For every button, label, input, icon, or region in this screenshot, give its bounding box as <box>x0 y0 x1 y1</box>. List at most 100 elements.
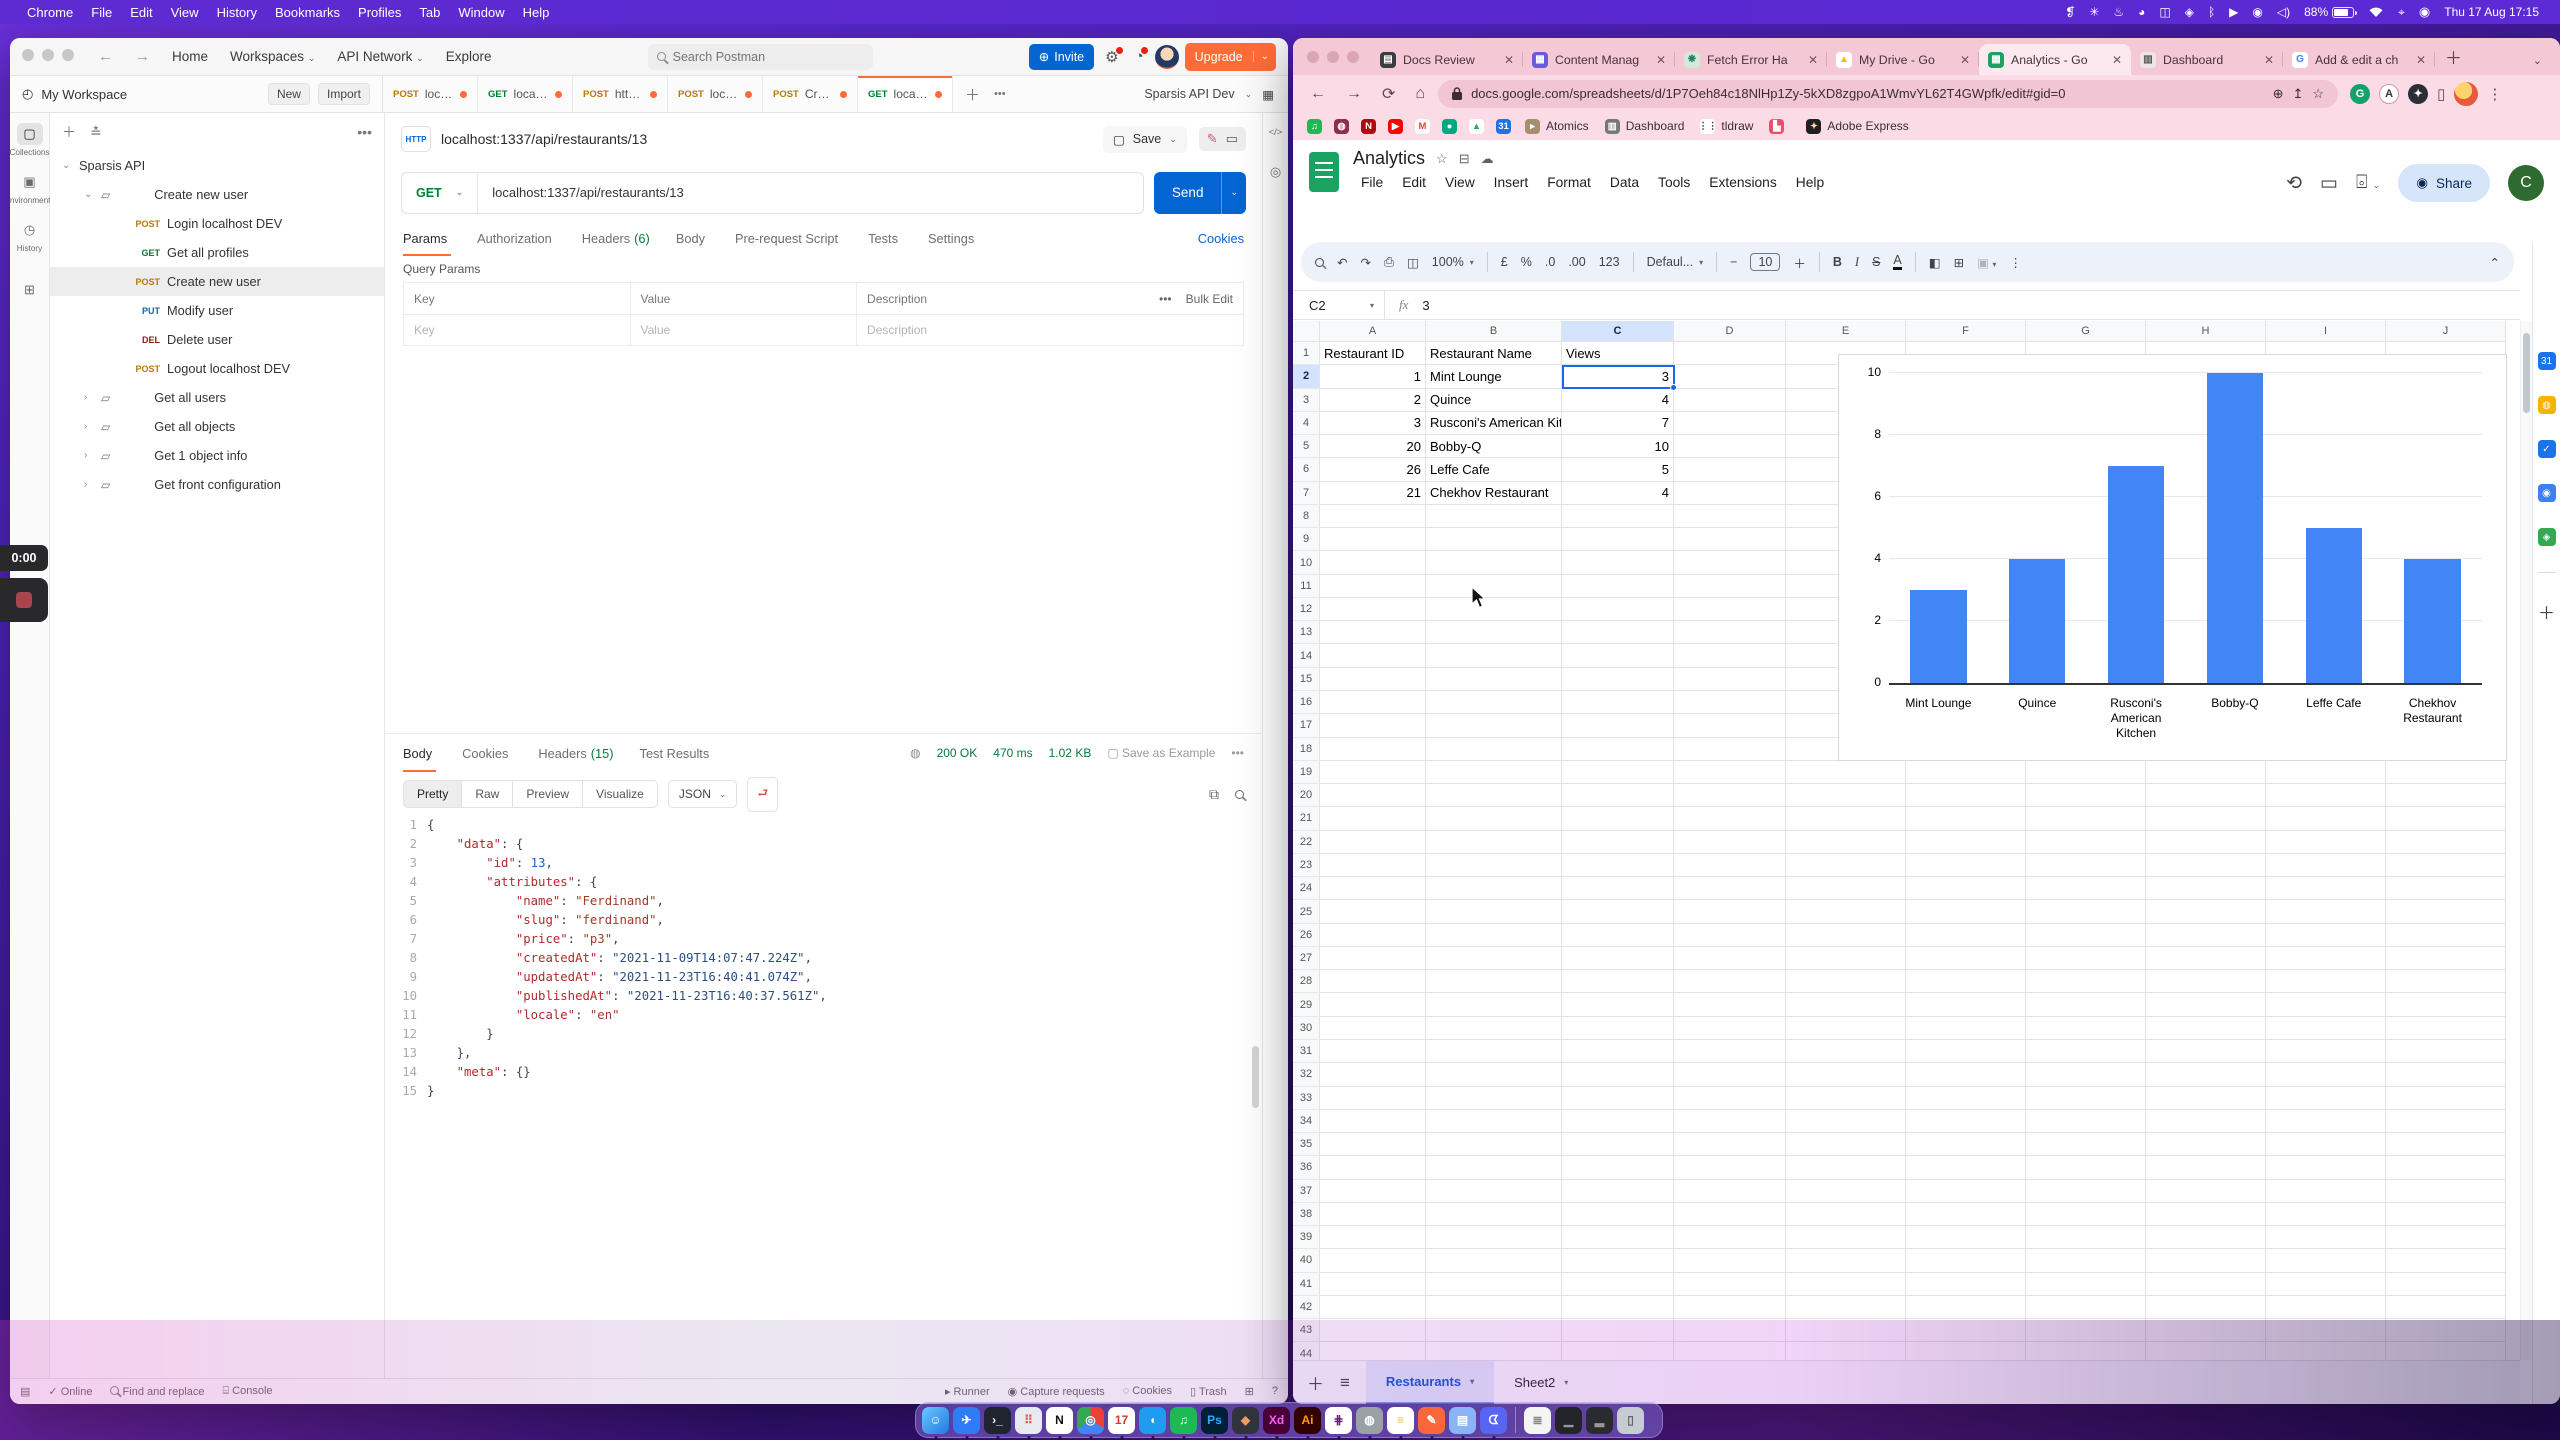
cell-B41[interactable] <box>1426 1273 1562 1296</box>
currency-format-button[interactable]: £ <box>1501 255 1508 269</box>
cell-C30[interactable] <box>1562 1017 1674 1040</box>
cell-G32[interactable] <box>2026 1063 2146 1086</box>
cell-B1[interactable]: Restaurant Name <box>1426 342 1562 365</box>
request-tab[interactable]: POST Create n <box>763 76 858 112</box>
undo-icon[interactable]: ↶ <box>1337 255 1347 270</box>
row-header-5[interactable]: 5 <box>1293 435 1320 458</box>
cell-F24[interactable] <box>1906 877 2026 900</box>
cell-D4[interactable] <box>1674 412 1786 435</box>
forward-icon[interactable]: → <box>1339 85 1369 103</box>
cell-C6[interactable]: 5 <box>1562 458 1674 481</box>
cell-C36[interactable] <box>1562 1156 1674 1179</box>
cell-G35[interactable] <box>2026 1133 2146 1156</box>
menu-item[interactable]: Extensions <box>1701 173 1785 192</box>
cell-A3[interactable]: 2 <box>1320 389 1426 412</box>
menubar-item[interactable]: Chrome <box>18 5 82 20</box>
dock-app-icon[interactable]: Ai <box>1294 1407 1321 1434</box>
increase-decimals-button[interactable]: .00 <box>1568 255 1585 269</box>
account-avatar[interactable]: C <box>2508 165 2544 201</box>
rail-more-icon[interactable]: ⊞ <box>11 279 49 301</box>
help-icon[interactable]: ? <box>1272 1385 1278 1398</box>
cell-H37[interactable] <box>2146 1180 2266 1203</box>
cell-G29[interactable] <box>2026 993 2146 1016</box>
row-header-13[interactable]: 13 <box>1293 621 1320 644</box>
url-input[interactable] <box>1471 86 2264 101</box>
siri-icon[interactable]: ◉ <box>2412 4 2437 20</box>
print-icon[interactable]: ⎙ <box>1384 255 1394 270</box>
row-header-28[interactable]: 28 <box>1293 970 1320 993</box>
cell-F41[interactable] <box>1906 1273 2026 1296</box>
import-button[interactable]: Import <box>318 83 370 105</box>
cell-H27[interactable] <box>2146 947 2266 970</box>
cell-I35[interactable] <box>2266 1133 2386 1156</box>
row-header-23[interactable]: 23 <box>1293 854 1320 877</box>
rail-item[interactable]: ◷ History <box>11 219 49 253</box>
vertical-scrollbar[interactable] <box>2520 321 2532 1360</box>
tab-search-chevron[interactable]: ⌄ <box>2523 54 2552 75</box>
menu-item[interactable]: Insert <box>1486 173 1537 192</box>
cell-G25[interactable] <box>2026 900 2146 923</box>
cell-I42[interactable] <box>2266 1296 2386 1319</box>
cell-D24[interactable] <box>1674 877 1786 900</box>
chart-bar-3[interactable] <box>2108 466 2164 683</box>
grid-icon[interactable]: ⊞ <box>1245 1385 1254 1398</box>
cell-F36[interactable] <box>1906 1156 2026 1179</box>
cookies-link[interactable]: Cookies <box>1198 231 1244 246</box>
online-status[interactable]: ✓ Online <box>48 1385 92 1398</box>
cell-I37[interactable] <box>2266 1180 2386 1203</box>
cell-I24[interactable] <box>2266 877 2386 900</box>
menubar-item[interactable]: Edit <box>121 5 161 20</box>
copy-icon[interactable]: ⧉ <box>1209 786 1219 803</box>
cell-I31[interactable] <box>2266 1040 2386 1063</box>
cell-A34[interactable] <box>1320 1110 1426 1133</box>
bluetooth-icon[interactable]: ᛒ <box>2201 5 2222 19</box>
cell-D19[interactable] <box>1674 761 1786 784</box>
browser-tab[interactable]: ▤ Docs Review ✕ <box>1371 44 1523 75</box>
percent-format-button[interactable]: % <box>1521 255 1532 269</box>
browser-tab[interactable]: ▲ My Drive - Go ✕ <box>1827 44 1979 75</box>
row-header-22[interactable]: 22 <box>1293 831 1320 854</box>
cell-C33[interactable] <box>1562 1087 1674 1110</box>
cell-I41[interactable] <box>2266 1273 2386 1296</box>
cell-G20[interactable] <box>2026 784 2146 807</box>
cell-E19[interactable] <box>1786 761 1906 784</box>
cell-J33[interactable] <box>2386 1087 2506 1110</box>
cell-I39[interactable] <box>2266 1226 2386 1249</box>
cell-I30[interactable] <box>2266 1017 2386 1040</box>
request-tab[interactable]: POST localh <box>383 76 478 112</box>
cell-E42[interactable] <box>1786 1296 1906 1319</box>
cell-C7[interactable]: 4 <box>1562 482 1674 505</box>
cell-B6[interactable]: Leffe Cafe <box>1426 458 1562 481</box>
dock-app-icon[interactable]: ≡ <box>1387 1407 1414 1434</box>
cell-D36[interactable] <box>1674 1156 1786 1179</box>
merge-cells-icon[interactable]: ▣ ▾ <box>1977 255 1996 270</box>
cell-I25[interactable] <box>2266 900 2386 923</box>
cell-B28[interactable] <box>1426 970 1562 993</box>
cell-F22[interactable] <box>1906 831 2026 854</box>
cell-J35[interactable] <box>2386 1133 2506 1156</box>
bold-button[interactable]: B <box>1833 255 1842 269</box>
cell-D43[interactable] <box>1674 1319 1786 1342</box>
cell-C34[interactable] <box>1562 1110 1674 1133</box>
row-header-35[interactable]: 35 <box>1293 1133 1320 1156</box>
reload-icon[interactable]: ⟳ <box>1375 84 1402 104</box>
cell-C43[interactable] <box>1562 1319 1674 1342</box>
runner-button[interactable]: ▸ Runner <box>945 1385 990 1398</box>
cell-A38[interactable] <box>1320 1203 1426 1226</box>
minimize-button[interactable] <box>1327 51 1339 63</box>
cell-B43[interactable] <box>1426 1319 1562 1342</box>
cell-D34[interactable] <box>1674 1110 1786 1133</box>
row-header-12[interactable]: 12 <box>1293 598 1320 621</box>
cell-F29[interactable] <box>1906 993 2026 1016</box>
row-header-14[interactable]: 14 <box>1293 644 1320 667</box>
cell-D39[interactable] <box>1674 1226 1786 1249</box>
cell-D30[interactable] <box>1674 1017 1786 1040</box>
borders-icon[interactable]: ⊞ <box>1954 255 1964 270</box>
cell-B3[interactable]: Quince <box>1426 389 1562 412</box>
sparkle-icon[interactable]: ✳ <box>2082 5 2106 19</box>
cell-F33[interactable] <box>1906 1087 2026 1110</box>
cell-D14[interactable] <box>1674 644 1786 667</box>
screen-recorder-stop-button[interactable] <box>0 578 48 622</box>
cell-I23[interactable] <box>2266 854 2386 877</box>
cell-C40[interactable] <box>1562 1249 1674 1272</box>
